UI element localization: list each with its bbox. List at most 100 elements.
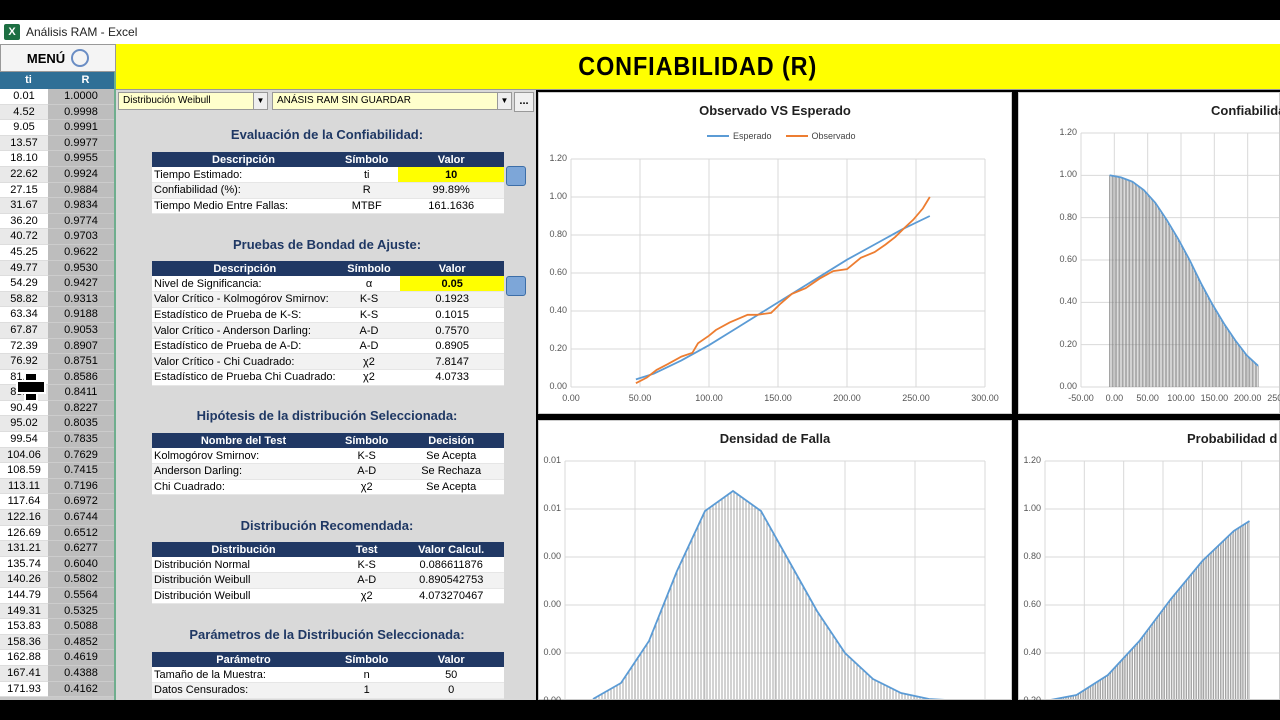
cell-ti[interactable]: 58.82 xyxy=(0,291,48,308)
cell-ti[interactable]: 0.01 xyxy=(0,89,48,105)
cell-value[interactable]: 10 xyxy=(398,167,504,184)
cell-r[interactable]: 0.9998 xyxy=(48,104,114,121)
cell-ti[interactable]: 36.20 xyxy=(0,213,48,230)
table-row[interactable]: 162.88 0.4619 xyxy=(0,650,114,666)
table-row[interactable]: 45.25 0.9622 xyxy=(0,244,114,261)
cell-r[interactable]: 0.9991 xyxy=(48,120,114,136)
table-row[interactable]: 140.26 0.5802 xyxy=(0,572,114,588)
table-row[interactable]: 22.62 0.9924 xyxy=(0,166,114,183)
chevron-down-icon[interactable]: ▼ xyxy=(253,93,267,109)
menu-button[interactable]: MENÚ xyxy=(0,44,116,72)
cell-value[interactable]: Se Acepta xyxy=(398,448,504,465)
cell-r[interactable]: 0.5802 xyxy=(48,572,114,588)
table-row[interactable]: 144.79 0.5564 xyxy=(0,588,114,604)
cell-r[interactable]: 0.6512 xyxy=(48,525,114,542)
table-row[interactable]: 104.06 0.7629 xyxy=(0,447,114,464)
cell-value[interactable]: 0.1015 xyxy=(400,307,504,324)
cell-ti[interactable]: 54.29 xyxy=(0,276,48,292)
cell-r[interactable]: 0.7629 xyxy=(48,447,114,464)
chart-confiabilidad[interactable]: Confiabilidad 0.000.200.400.600.801.001.… xyxy=(1018,92,1280,414)
table-row[interactable]: 31.67 0.9834 xyxy=(0,198,114,214)
more-button[interactable]: ... xyxy=(514,92,534,112)
cell-ti[interactable]: 99.54 xyxy=(0,432,48,448)
table-row[interactable]: 67.87 0.9053 xyxy=(0,322,114,339)
cell-r[interactable]: 0.6277 xyxy=(48,541,114,557)
table-row[interactable]: 95.02 0.8035 xyxy=(0,416,114,433)
cell-ti[interactable]: 45.25 xyxy=(0,244,48,261)
cell-value[interactable]: 4.073270467 xyxy=(398,588,504,605)
cell-r[interactable]: 1.0000 xyxy=(48,89,114,105)
cell-r[interactable]: 0.6744 xyxy=(48,510,114,526)
cell-r[interactable]: 0.6972 xyxy=(48,494,114,511)
table-row[interactable]: 99.54 0.7835 xyxy=(0,432,114,448)
table-row[interactable]: 49.77 0.9530 xyxy=(0,260,114,277)
cell-ti[interactable]: 27.15 xyxy=(0,182,48,199)
cell-r[interactable]: 0.9622 xyxy=(48,244,114,261)
table-row[interactable]: 4.52 0.9998 xyxy=(0,104,114,121)
cell-ti[interactable]: 22.62 xyxy=(0,166,48,183)
cell-value[interactable]: 0.086611876 xyxy=(398,557,504,574)
calculate-icon[interactable] xyxy=(506,276,526,296)
table-row[interactable]: 171.93 0.4162 xyxy=(0,681,114,698)
cell-r[interactable]: 0.9884 xyxy=(48,182,114,199)
cell-ti[interactable]: 4.52 xyxy=(0,104,48,121)
cell-r[interactable]: 0.7196 xyxy=(48,478,114,495)
cell-value[interactable]: 0.05 xyxy=(400,276,504,293)
cell-value[interactable]: 0.8905 xyxy=(400,338,504,355)
table-row[interactable]: 13.57 0.9977 xyxy=(0,135,114,152)
cell-ti[interactable]: 108.59 xyxy=(0,463,48,479)
cell-value[interactable]: 99.89% xyxy=(398,182,504,199)
cell-r[interactable]: 0.4619 xyxy=(48,650,114,666)
table-row[interactable]: 113.11 0.7196 xyxy=(0,478,114,495)
cell-ti[interactable]: 122.16 xyxy=(0,510,48,526)
cell-r[interactable]: 0.6040 xyxy=(48,556,114,573)
cell-value[interactable]: 7.8147 xyxy=(400,353,504,371)
table-row[interactable]: 36.20 0.9774 xyxy=(0,213,114,230)
cell-r[interactable]: 0.9955 xyxy=(48,151,114,167)
cell-r[interactable]: 0.8411 xyxy=(48,385,114,401)
cell-r[interactable]: 0.5325 xyxy=(48,603,114,620)
table-row[interactable]: 58.82 0.9313 xyxy=(0,291,114,308)
cell-value[interactable]: 0.1923 xyxy=(400,291,504,308)
cell-ti[interactable]: 158.36 xyxy=(0,634,48,651)
cell-r[interactable]: 0.9427 xyxy=(48,276,114,292)
chart-densidad-de-falla[interactable]: Densidad de Falla 0.000.000.000.000.010.… xyxy=(538,420,1012,705)
chart-probabilidad[interactable]: Probabilidad d 0.200.400.600.801.001.20 xyxy=(1018,420,1280,705)
cell-value[interactable]: 50 xyxy=(398,667,504,684)
cell-ti[interactable]: 67.87 xyxy=(0,322,48,339)
cell-ti[interactable]: 63.34 xyxy=(0,307,48,323)
table-row[interactable]: 9.05 0.9991 xyxy=(0,120,114,136)
table-row[interactable]: 76.92 0.8751 xyxy=(0,354,114,370)
table-row[interactable]: 108.59 0.7415 xyxy=(0,463,114,479)
chart-observado-vs-esperado[interactable]: Observado VS Esperado 0.00 0.20 0.40 0.60 0.… xyxy=(538,92,1012,414)
cell-r[interactable]: 0.8586 xyxy=(48,369,114,386)
analysis-select[interactable]: ANÁSIS RAM SIN GUARDAR ▼ xyxy=(272,92,512,110)
cell-r[interactable]: 0.4852 xyxy=(48,634,114,651)
cell-ti[interactable]: 140.26 xyxy=(0,572,48,588)
cell-ti[interactable]: 72.39 xyxy=(0,338,48,355)
table-row[interactable]: 158.36 0.4852 xyxy=(0,634,114,651)
cell-r[interactable]: 0.7835 xyxy=(48,432,114,448)
table-row[interactable]: 131.21 0.6277 xyxy=(0,541,114,557)
cell-r[interactable]: 0.7415 xyxy=(48,463,114,479)
cell-ti[interactable]: 117.64 xyxy=(0,494,48,511)
cell-ti[interactable]: 153.83 xyxy=(0,619,48,635)
table-row[interactable]: 126.69 0.6512 xyxy=(0,525,114,542)
cell-ti[interactable]: 49.77 xyxy=(0,260,48,277)
cell-ti[interactable]: 104.06 xyxy=(0,447,48,464)
cell-value[interactable]: Se Rechaza xyxy=(398,463,504,480)
table-row[interactable]: 90.49 0.8227 xyxy=(0,400,114,417)
cell-ti[interactable]: 126.69 xyxy=(0,525,48,542)
cell-r[interactable]: 0.8907 xyxy=(48,338,114,355)
table-row[interactable]: 149.31 0.5325 xyxy=(0,603,114,620)
cell-r[interactable]: 0.5088 xyxy=(48,619,114,635)
cell-r[interactable]: 0.9834 xyxy=(48,198,114,214)
cell-ti[interactable]: 90.49 xyxy=(0,400,48,417)
cell-value[interactable]: 0 xyxy=(398,682,504,699)
cell-r[interactable]: 0.8751 xyxy=(48,354,114,370)
cell-ti[interactable]: 9.05 xyxy=(0,120,48,136)
cell-r[interactable]: 0.4162 xyxy=(48,681,114,698)
cell-value[interactable]: 0.7570 xyxy=(400,322,504,339)
table-row[interactable]: 153.83 0.5088 xyxy=(0,619,114,635)
cell-ti[interactable]: 13.57 xyxy=(0,135,48,152)
